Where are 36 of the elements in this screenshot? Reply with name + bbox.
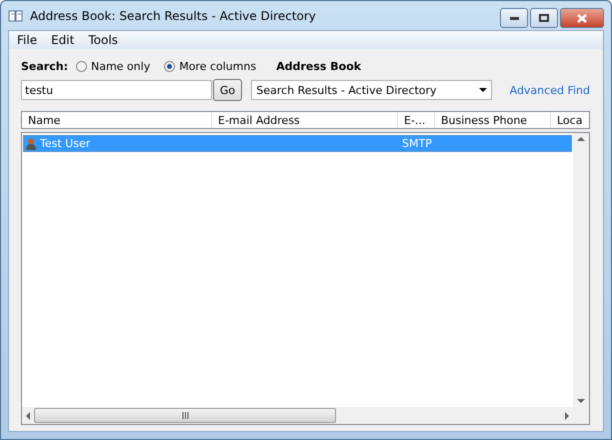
search-option-radio[interactable]: Name only [76, 60, 150, 72]
address-book-dropdown[interactable]: Search Results - Active Directory [251, 80, 492, 100]
scroll-thumb[interactable] [34, 408, 336, 423]
go-button[interactable]: Go [212, 79, 242, 101]
menu-item[interactable]: File [11, 33, 44, 47]
menu-item[interactable]: Tools [82, 33, 124, 47]
column-header[interactable]: Business Phone [435, 112, 551, 128]
window-title: Address Book: Search Results - Active Directory [30, 8, 317, 22]
column-header[interactable]: E-... [398, 112, 435, 128]
column-header[interactable]: Loca [551, 112, 589, 128]
user-icon [26, 138, 36, 150]
book-icon [8, 8, 24, 22]
search-field[interactable]: testu [21, 80, 212, 100]
close-button[interactable] [560, 8, 604, 28]
table-cell: Test User [40, 137, 90, 150]
scroll-up-icon[interactable] [577, 137, 585, 141]
minimize-icon [510, 16, 518, 20]
minimize-button[interactable] [500, 8, 528, 28]
search-option-radio[interactable]: More columns [164, 60, 256, 72]
grip-icon [182, 412, 188, 419]
address-book-label: Address Book [276, 60, 362, 72]
scroll-right-icon[interactable] [565, 412, 569, 420]
column-header[interactable]: E-mail Address [212, 112, 398, 128]
advanced-find-link[interactable]: Advanced Find [510, 84, 590, 96]
vertical-scrollbar[interactable] [573, 133, 589, 407]
scroll-down-icon[interactable] [577, 399, 585, 403]
scroll-left-icon[interactable] [26, 412, 30, 420]
restore-icon [539, 14, 549, 22]
search-label: Search: [21, 60, 68, 72]
caret-icon [478, 88, 487, 92]
close-icon [577, 14, 587, 22]
menu-item[interactable]: Edit [45, 33, 80, 47]
horizontal-scrollbar[interactable] [22, 407, 573, 424]
table-cell: SMTP [402, 137, 432, 150]
maximize-button[interactable] [530, 8, 558, 28]
column-header[interactable]: Name [22, 112, 212, 128]
